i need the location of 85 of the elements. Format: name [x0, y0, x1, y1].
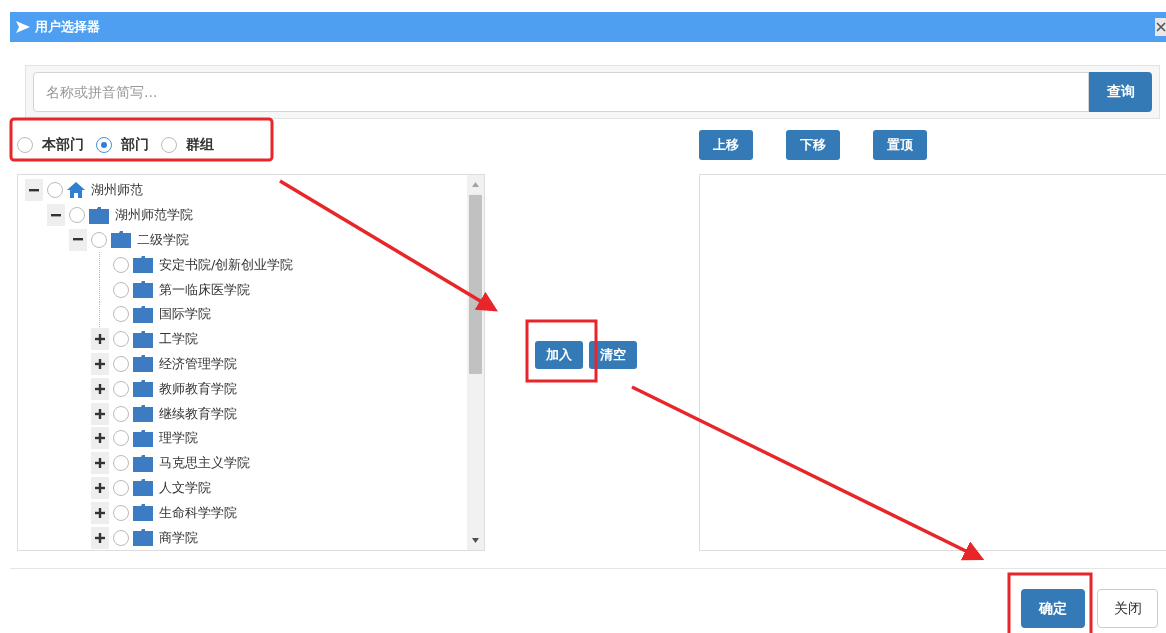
expand-toggle[interactable]: [91, 402, 109, 425]
tree-item[interactable]: 教师教育学院: [159, 379, 237, 398]
tree-item[interactable]: 工学院: [159, 330, 198, 349]
plus-icon: [95, 408, 105, 419]
order-button[interactable]: 置顶: [873, 130, 927, 160]
minus-icon: [29, 188, 39, 192]
home-icon: [67, 182, 85, 199]
expand-toggle[interactable]: [91, 476, 109, 499]
expand-toggle[interactable]: [91, 328, 109, 351]
folder-icon: [133, 281, 153, 299]
folder-icon: [89, 206, 109, 224]
plus-icon: [95, 334, 105, 345]
radio-button[interactable]: [113, 355, 129, 372]
expand-toggle[interactable]: [91, 352, 109, 375]
tree-item[interactable]: 湖州师范学院: [115, 206, 193, 225]
tree-item[interactable]: 继续教育学院: [159, 404, 237, 423]
plus-icon: [95, 383, 105, 394]
radio-button[interactable]: [113, 306, 129, 323]
radio-option[interactable]: 本部门: [17, 136, 84, 154]
folder-icon: [133, 529, 153, 547]
minus-icon: [51, 213, 61, 217]
folder-icon: [133, 429, 153, 447]
expand-toggle[interactable]: [91, 501, 109, 524]
tree-item[interactable]: 第一临床医学院: [159, 280, 250, 299]
radio-button[interactable]: [113, 455, 129, 472]
tree-item[interactable]: 生命科学学院: [159, 503, 237, 522]
arrow-icon: [16, 21, 30, 33]
window-title: 用户选择器: [35, 18, 100, 36]
radio-option[interactable]: 群组: [161, 136, 214, 154]
folder-icon: [133, 305, 153, 323]
tree-item[interactable]: 二级学院: [137, 231, 189, 249]
tree-item[interactable]: 商学院: [159, 528, 198, 547]
transfer-button[interactable]: 清空: [589, 341, 637, 369]
tree-item[interactable]: 经济管理学院: [159, 354, 237, 373]
minus-icon: [73, 238, 83, 242]
folder-icon: [133, 454, 153, 472]
radio-button[interactable]: [113, 256, 129, 273]
close-button[interactable]: [1155, 18, 1166, 36]
folder-icon: [133, 355, 153, 373]
expand-toggle[interactable]: [91, 377, 109, 400]
folder-icon: [133, 256, 153, 274]
radio-button[interactable]: [47, 182, 63, 199]
transfer-button[interactable]: 加入: [535, 341, 583, 369]
plus-icon: [95, 358, 105, 369]
tree-item[interactable]: 安定书院/创新创业学院: [159, 255, 294, 274]
folder-icon: [133, 330, 153, 348]
tree-item[interactable]: 国际学院: [159, 305, 211, 324]
radio-button[interactable]: [113, 430, 129, 447]
close-dialog-button[interactable]: 关闭: [1097, 589, 1158, 628]
order-button[interactable]: 上移: [699, 130, 753, 160]
expand-toggle[interactable]: [91, 526, 109, 549]
collapse-toggle[interactable]: [25, 179, 43, 202]
selected-list[interactable]: [699, 174, 1166, 551]
radio-button[interactable]: [69, 207, 85, 224]
radio-button[interactable]: [113, 479, 129, 496]
radio-button[interactable]: [113, 380, 129, 397]
tree-item[interactable]: 马克思主义学院: [159, 454, 250, 473]
collapse-toggle[interactable]: [69, 229, 87, 251]
radio-button[interactable]: [113, 405, 129, 422]
order-button[interactable]: 下移: [786, 130, 840, 160]
folder-icon: [133, 504, 153, 522]
radio-button[interactable]: [113, 331, 129, 348]
folder-icon: [133, 405, 153, 423]
plus-icon: [95, 507, 105, 518]
folder-icon: [111, 231, 131, 249]
expand-toggle[interactable]: [91, 452, 109, 475]
plus-icon: [95, 532, 105, 543]
tree-item[interactable]: 理学院: [159, 429, 198, 448]
radio-button[interactable]: [113, 529, 129, 546]
folder-icon: [133, 380, 153, 398]
plus-icon: [95, 482, 105, 493]
search-field[interactable]: 名称或拼音简写...: [33, 72, 1089, 112]
folder-icon: [133, 479, 153, 497]
radio-button[interactable]: [113, 281, 129, 298]
collapse-toggle[interactable]: [47, 204, 65, 227]
radio-option[interactable]: 部门: [96, 136, 149, 154]
plus-icon: [95, 458, 105, 469]
expand-toggle[interactable]: [91, 427, 109, 450]
tree-item[interactable]: 湖州师范: [91, 181, 143, 200]
tree-item[interactable]: 人文学院: [159, 478, 211, 497]
confirm-button[interactable]: 确定: [1021, 589, 1085, 628]
radio-button[interactable]: [113, 504, 129, 521]
radio-button[interactable]: [91, 232, 107, 248]
search-button[interactable]: 查询: [1089, 72, 1152, 112]
plus-icon: [95, 433, 105, 444]
